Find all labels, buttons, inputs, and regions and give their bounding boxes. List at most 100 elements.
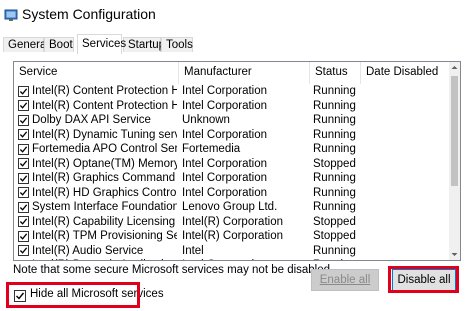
service-status: Running	[313, 99, 356, 112]
service-status: Running	[313, 172, 356, 184]
checkmark-icon	[19, 160, 28, 167]
service-checkbox[interactable]	[18, 230, 29, 242]
table-row[interactable]: Intel(R) Optane(TM) Memory Se... Intel Co…	[14, 157, 460, 172]
table-row[interactable]: Intel(R) Capability Licensing Ser... Inte…	[14, 215, 460, 230]
table-row[interactable]: Intel(R) Dynamic Application Loa... Intel…	[14, 258, 460, 262]
system-configuration-icon	[4, 9, 18, 21]
checkmark-icon	[19, 116, 28, 124]
column-status[interactable]: Status	[310, 62, 361, 84]
service-checkbox[interactable]	[18, 187, 29, 198]
service-manufacturer: Intel	[182, 244, 204, 257]
table-row[interactable]: Intel(R) Content Protection HECI... Intel…	[14, 84, 460, 99]
service-checkbox[interactable]	[18, 114, 29, 126]
service-name: Intel(R) Capability Licensing Ser...	[32, 215, 177, 228]
checkmark-icon	[19, 189, 28, 196]
service-name: Intel(R) Graphics Command Cen...	[32, 172, 177, 184]
service-name: Intel(R) Audio Service	[32, 244, 144, 257]
service-name: Intel(R) Content Protection HECI...	[32, 85, 177, 97]
service-manufacturer: Intel(R) Corporation	[182, 230, 283, 242]
window-title: System Configuration	[22, 6, 156, 22]
checkmark-icon	[19, 261, 28, 262]
table-row[interactable]: Intel(R) Dynamic Tuning service Intel Cor…	[14, 128, 460, 143]
checkmark-icon	[19, 131, 28, 138]
service-status: Running	[313, 258, 361, 260]
checkmark-icon	[19, 87, 28, 95]
disable-all-label: Disable all	[397, 274, 451, 286]
table-row[interactable]: Fortemedia APO Control Service Fortemedia…	[14, 142, 460, 157]
scrollbar-thumb[interactable]	[451, 76, 458, 186]
title-bar: System Configuration	[0, 0, 474, 30]
service-status: Running	[313, 201, 356, 213]
enable-all-button[interactable]: Enable all	[311, 269, 379, 291]
service-status: Stopped	[313, 215, 356, 228]
service-name: Intel(R) HD Graphics Control Pa...	[32, 186, 177, 199]
service-manufacturer: Intel Corporation	[182, 157, 268, 170]
hide-microsoft-services-label: Hide all Microsoft services	[30, 288, 164, 300]
service-checkbox[interactable]	[18, 216, 29, 227]
column-manufacturer[interactable]: Manufacturer	[179, 62, 310, 84]
tab-startup[interactable]: Startup	[123, 37, 165, 52]
table-row[interactable]: Intel(R) Graphics Command Cen... Intel Co…	[14, 171, 460, 186]
checkmark-icon	[19, 174, 28, 182]
service-manufacturer: Fortemedia	[182, 143, 241, 155]
service-status: Running	[313, 143, 356, 155]
service-manufacturer: Unknown	[182, 114, 230, 126]
table-row[interactable]: Dolby DAX API Service Unknown Running	[14, 113, 460, 128]
service-checkbox[interactable]	[18, 143, 29, 155]
service-manufacturer: Intel Corporation	[182, 186, 268, 199]
scroll-up-arrow-icon[interactable]	[449, 62, 460, 73]
service-checkbox[interactable]	[18, 85, 29, 97]
service-name: Intel(R) Dynamic Tuning service	[32, 128, 177, 141]
service-status: Stopped	[313, 230, 356, 242]
checkmark-icon	[19, 203, 28, 211]
tab-general[interactable]: General	[3, 37, 49, 52]
scroll-down-arrow-icon[interactable]	[449, 249, 460, 260]
service-status: Running	[313, 85, 356, 97]
services-rows: Intel(R) Content Protection HECI... Intel…	[14, 84, 460, 262]
checkmark-icon	[19, 102, 28, 109]
service-checkbox[interactable]	[18, 245, 29, 256]
table-row[interactable]: System Interface Foundation Se... Lenovo …	[14, 200, 460, 215]
service-manufacturer: Lenovo Group Ltd.	[182, 201, 278, 213]
table-row[interactable]: Intel(R) Audio Service Intel Running	[14, 244, 460, 259]
services-panel: Service Manufacturer Status Date Disable…	[0, 53, 474, 311]
tab-strip: General Boot Services Startup Tools	[0, 34, 474, 54]
service-checkbox[interactable]	[18, 129, 29, 140]
service-name: Intel(R) Content Protection HDC...	[32, 99, 177, 112]
column-service[interactable]: Service	[14, 62, 179, 84]
service-manufacturer: Intel(R) Corporation	[182, 215, 283, 228]
checkmark-icon	[19, 145, 28, 153]
service-manufacturer: Intel Corporation	[182, 128, 268, 141]
tab-tools[interactable]: Tools	[161, 37, 193, 52]
tab-boot[interactable]: Boot	[44, 37, 74, 52]
service-manufacturer: Intel Corporation	[182, 172, 268, 184]
services-list[interactable]: Service Manufacturer Status Date Disable…	[13, 61, 461, 261]
service-checkbox[interactable]	[18, 158, 29, 169]
checkmark-icon	[19, 247, 28, 254]
column-header-row: Service Manufacturer Status Date Disable…	[14, 62, 460, 84]
service-name: System Interface Foundation Se...	[32, 201, 177, 213]
service-name: Intel(R) TPM Provisioning Service	[32, 230, 177, 242]
service-manufacturer: Intel Corporation	[182, 258, 307, 260]
service-manufacturer: Intel Corporation	[182, 85, 268, 97]
service-checkbox[interactable]	[18, 201, 29, 213]
service-checkbox[interactable]	[18, 259, 29, 262]
vertical-scrollbar[interactable]	[449, 62, 460, 260]
table-row[interactable]: Intel(R) TPM Provisioning Service Intel(R…	[14, 229, 460, 244]
hide-microsoft-services-checkbox[interactable]	[14, 290, 26, 302]
disable-all-button[interactable]: Disable all	[392, 269, 456, 291]
tab-services[interactable]: Services	[77, 34, 126, 54]
service-name: Fortemedia APO Control Service	[32, 143, 177, 155]
service-status: Running	[313, 186, 356, 199]
service-name: Intel(R) Optane(TM) Memory Se...	[32, 157, 177, 170]
service-manufacturer: Intel Corporation	[182, 99, 268, 112]
service-status: Running	[313, 114, 356, 126]
column-date-disabled[interactable]: Date Disabled	[361, 62, 451, 84]
service-checkbox[interactable]	[18, 100, 29, 111]
service-status: Stopped	[313, 157, 356, 170]
checkmark-icon	[16, 292, 25, 300]
service-checkbox[interactable]	[18, 172, 29, 184]
service-status: Running	[313, 244, 356, 257]
table-row[interactable]: Intel(R) HD Graphics Control Pa... Intel …	[14, 186, 460, 201]
table-row[interactable]: Intel(R) Content Protection HDC... Intel …	[14, 99, 460, 114]
